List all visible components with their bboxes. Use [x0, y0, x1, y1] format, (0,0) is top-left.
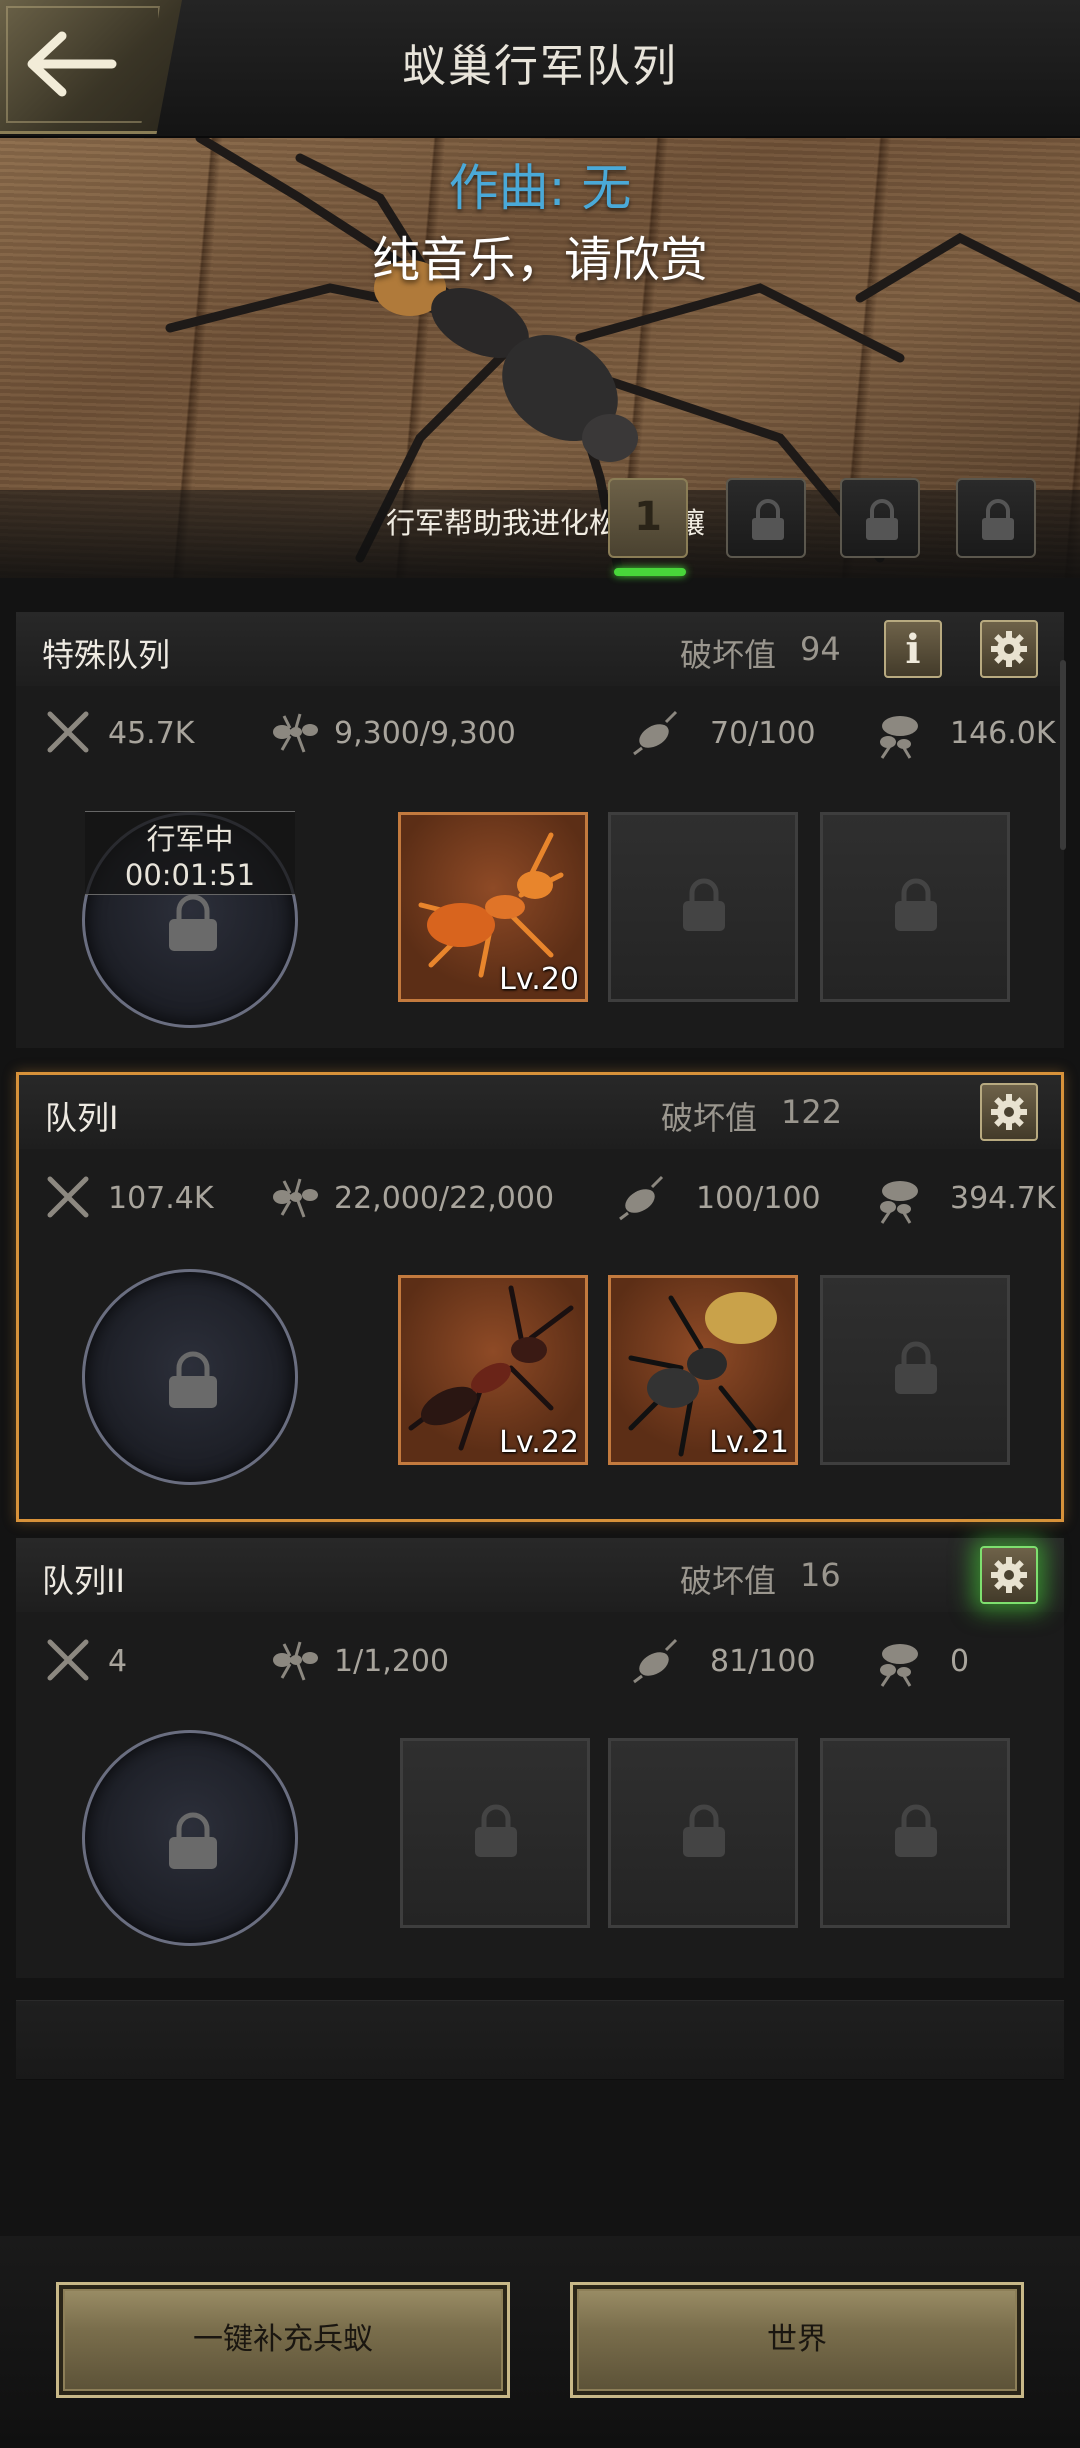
queue-name: 特殊队列: [42, 636, 171, 674]
info-button[interactable]: i: [884, 620, 942, 678]
settings-button[interactable]: [980, 620, 1038, 678]
beetle-icon: [633, 710, 678, 756]
crossed-swords-icon: [47, 711, 89, 753]
lock-icon: [169, 1351, 217, 1408]
lock-icon: [752, 499, 784, 540]
ant-load-icon: [880, 1644, 918, 1687]
troop-level: Lv.21: [709, 1425, 789, 1460]
active-tab-indicator: [614, 568, 686, 576]
queue-tab-1[interactable]: 1: [608, 478, 688, 558]
lyric-composer: 作曲: 无: [448, 159, 632, 217]
crossed-swords-icon: [47, 1176, 89, 1218]
power-label: 破坏值: [661, 1099, 758, 1137]
ant-icon: [273, 1641, 318, 1681]
settings-button[interactable]: [980, 1546, 1038, 1604]
gear-icon: [991, 1557, 1027, 1593]
troop-level: Lv.20: [499, 962, 579, 997]
leader-slot[interactable]: 行军中 00:01:51: [82, 811, 298, 1028]
beetle-icon: [633, 1638, 678, 1684]
troop-slot-locked[interactable]: [400, 1738, 590, 1928]
queue-name: 队列II: [42, 1562, 125, 1600]
troop-slot-locked[interactable]: [820, 1275, 1010, 1465]
empty-queue-row: [16, 2000, 1064, 2080]
queue-panel-1[interactable]: 队列I 破坏值 122 107.4K 22,000/22,000 100/100…: [16, 1072, 1064, 1522]
queue-tab-number: 1: [634, 494, 662, 540]
power-value: 16: [800, 1556, 841, 1594]
scrollbar[interactable]: [1060, 660, 1066, 850]
queue-header: 队列II 破坏值 16: [16, 1538, 1064, 1612]
hero-banner: 作曲: 无 纯音乐，请欣赏 行军帮助我进化松软土壤 1: [0, 138, 1080, 578]
gear-icon: [991, 631, 1027, 667]
queue-header: 队列I 破坏值 122: [19, 1075, 1061, 1149]
settings-button[interactable]: [980, 1083, 1038, 1141]
troop-slot-locked[interactable]: [820, 812, 1010, 1002]
lock-icon: [982, 499, 1014, 540]
lock-icon: [169, 1812, 217, 1869]
gear-icon: [991, 1094, 1027, 1130]
leader-slot[interactable]: [82, 1269, 298, 1485]
lock-icon: [475, 1804, 517, 1857]
troop-slot[interactable]: Lv.21: [608, 1275, 798, 1465]
leader-slot[interactable]: [82, 1730, 298, 1946]
world-button[interactable]: 世界: [570, 2282, 1024, 2398]
lock-icon: [895, 878, 937, 931]
marching-label: 行军中: [146, 822, 234, 856]
marching-status: 行军中 00:01:51: [85, 811, 295, 895]
queue-panel-2[interactable]: 队列II 破坏值 16 4 1/1,200 81/100 0: [16, 1538, 1064, 1978]
ant-load-icon: [880, 1181, 918, 1224]
lock-icon: [683, 878, 725, 931]
queue-tab-3-locked[interactable]: [840, 478, 920, 558]
troop-level: Lv.22: [499, 1425, 579, 1460]
top-bar: 蚁巢行军队列: [0, 0, 1080, 138]
page-title: 蚁巢行军队列: [402, 41, 678, 92]
queue-name: 队列I: [45, 1099, 119, 1137]
ant-load-icon: [880, 716, 918, 759]
lyric-line: 纯音乐，请欣赏: [371, 232, 708, 288]
queue-header: 特殊队列 破坏值 94 i: [16, 612, 1064, 686]
lock-icon: [895, 1804, 937, 1857]
queue-tab-2-locked[interactable]: [726, 478, 806, 558]
beetle-icon: [619, 1175, 664, 1221]
troop-slot[interactable]: Lv.22: [398, 1275, 588, 1465]
lock-icon: [683, 1804, 725, 1857]
lock-icon: [895, 1341, 937, 1394]
power-label: 破坏值: [680, 636, 777, 674]
power-value: 122: [781, 1093, 843, 1131]
ant-icon: [273, 713, 318, 753]
troop-slot-locked[interactable]: [608, 1738, 798, 1928]
troop-slot-locked[interactable]: [608, 812, 798, 1002]
troop-slot-locked[interactable]: [820, 1738, 1010, 1928]
replenish-troops-button[interactable]: 一键补充兵蚁: [56, 2282, 510, 2398]
power-label: 破坏值: [680, 1562, 777, 1600]
queue-tab-4-locked[interactable]: [956, 478, 1036, 558]
lock-icon: [169, 894, 217, 951]
lock-icon: [866, 499, 898, 540]
queue-panel-special[interactable]: 特殊队列 破坏值 94 i 45.7K 9,300/9,300 70/100 1…: [16, 612, 1064, 1048]
info-icon: i: [905, 626, 921, 673]
power-value: 94: [800, 630, 841, 668]
troop-slot[interactable]: Lv.20: [398, 812, 588, 1002]
march-timer: 00:01:51: [124, 858, 256, 892]
ant-icon: [273, 1178, 318, 1218]
crossed-swords-icon: [47, 1639, 89, 1681]
